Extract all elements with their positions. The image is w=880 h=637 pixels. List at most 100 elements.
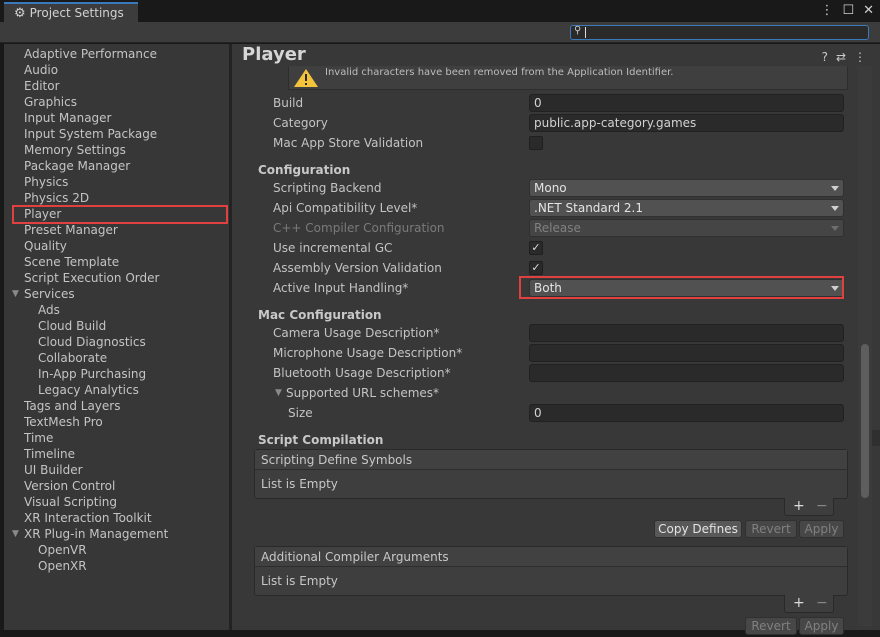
kebab-menu-icon[interactable]: ⋮ [820,3,833,18]
kebab-menu-icon[interactable]: ⋮ [854,50,866,64]
foldout-arrow-icon[interactable]: ▼ [275,388,282,398]
chevron-down-icon [831,226,839,231]
sidebar-item-audio[interactable]: Audio [24,62,58,78]
compiler-arguments-footer: + − [784,595,834,613]
warning-text: Invalid characters have been removed fro… [325,67,674,78]
compiler-arguments-list: Additional Compiler Arguments List is Em… [254,546,848,596]
vertical-scrollbar[interactable] [858,66,872,626]
sidebar-item-script-execution-order[interactable]: Script Execution Order [24,270,159,286]
define-symbols-empty: List is Empty [261,477,338,491]
active-input-handling-label: Active Input Handling* [273,281,409,295]
remove-item-button[interactable]: − [816,595,828,611]
player-settings-panel: Player ? ⇄ ⋮ Invalid characters have bee… [232,44,880,635]
header-icons: ? ⇄ ⋮ [822,50,866,64]
sidebar-item-cloud-diagnostics[interactable]: Cloud Diagnostics [38,334,146,350]
size-field[interactable]: 0 [529,404,844,422]
chevron-down-icon [831,186,839,191]
sidebar-item-tags-and-layers[interactable]: Tags and Layers [24,398,120,414]
page-title: Player [242,44,306,65]
sidebar-item-editor[interactable]: Editor [24,78,60,94]
window-tab[interactable]: ⚙ Project Settings [4,2,138,22]
sidebar-item-timeline[interactable]: Timeline [24,446,75,462]
mac-app-store-validation-label: Mac App Store Validation [273,136,424,150]
sidebar-item-graphics[interactable]: Graphics [24,94,77,110]
help-icon[interactable]: ? [822,50,828,64]
sidebar-item-openxr[interactable]: OpenXR [38,558,87,574]
settings-sidebar: Adaptive Performance Audio Editor Graphi… [4,44,230,630]
preset-sliders-icon[interactable]: ⇄ [836,50,846,64]
sidebar-item-adaptive-performance[interactable]: Adaptive Performance [24,46,157,62]
sidebar-item-xr-plugin-management[interactable]: XR Plug-in Management [24,526,168,542]
cpp-compiler-dropdown: Release [529,219,844,237]
sidebar-item-ads[interactable]: Ads [38,302,60,318]
sidebar-item-services[interactable]: Services [24,286,75,302]
incremental-gc-checkbox[interactable]: ✓ [529,241,543,255]
side-panel-tab[interactable] [872,430,880,446]
sidebar-item-memory-settings[interactable]: Memory Settings [24,142,126,158]
sidebar-item-physics-2d[interactable]: Physics 2D [24,190,89,206]
close-icon[interactable]: ✕ [863,3,874,18]
expand-arrow-icon[interactable]: ▼ [12,529,19,539]
category-field[interactable]: public.app-category.games [529,114,844,132]
search-toolbar: ⚲ [0,22,880,43]
script-compilation-section-title: Script Compilation [258,433,384,447]
apply-button[interactable]: Apply [799,520,844,538]
compiler-arguments-header: Additional Compiler Arguments [255,547,847,567]
input-handling-highlight [519,276,844,299]
sidebar-item-version-control[interactable]: Version Control [24,478,115,494]
sidebar-item-input-manager[interactable]: Input Manager [24,110,112,126]
text-caret [585,27,586,38]
warning-helpbox: Invalid characters have been removed fro… [288,66,848,90]
sidebar-item-textmesh-pro[interactable]: TextMesh Pro [24,414,103,430]
maximize-icon[interactable]: ☐ [842,3,854,18]
cpp-compiler-label: C++ Compiler Configuration [273,221,445,235]
scripting-backend-dropdown[interactable]: Mono [529,179,844,197]
assembly-validation-checkbox[interactable]: ✓ [529,261,543,275]
copy-defines-button[interactable]: Copy Defines [654,520,742,538]
sidebar-item-package-manager[interactable]: Package Manager [24,158,130,174]
mac-app-store-validation-checkbox[interactable] [529,136,543,150]
add-item-button[interactable]: + [793,595,805,611]
sidebar-item-cloud-build[interactable]: Cloud Build [38,318,106,334]
sidebar-item-physics[interactable]: Physics [24,174,68,190]
gear-icon: ⚙ [14,5,26,21]
bluetooth-usage-label: Bluetooth Usage Description* [273,366,451,380]
url-schemes-label[interactable]: Supported URL schemes* [286,384,439,402]
revert-button[interactable]: Revert [745,617,797,635]
window-tab-title: Project Settings [29,6,124,20]
search-input[interactable]: ⚲ [570,25,869,40]
build-label: Build [273,96,304,110]
assembly-validation-label: Assembly Version Validation [273,261,442,275]
sidebar-item-ui-builder[interactable]: UI Builder [24,462,83,478]
mac-configuration-section-title: Mac Configuration [258,308,382,322]
title-bar: ⚙ Project Settings ⋮ ☐ ✕ [0,0,880,22]
camera-usage-field[interactable] [529,324,844,342]
apply-button[interactable]: Apply [799,617,844,635]
sidebar-item-player[interactable]: Player [24,206,61,222]
api-compatibility-value: .NET Standard 2.1 [534,201,644,215]
incremental-gc-label: Use incremental GC [273,241,393,255]
sidebar-item-collaborate[interactable]: Collaborate [38,350,107,366]
size-label: Size [288,406,313,420]
sidebar-item-scene-template[interactable]: Scene Template [24,254,119,270]
sidebar-item-xr-interaction-toolkit[interactable]: XR Interaction Toolkit [24,510,152,526]
expand-arrow-icon[interactable]: ▼ [12,289,19,299]
add-item-button[interactable]: + [793,498,805,514]
microphone-usage-field[interactable] [529,344,844,362]
api-compatibility-dropdown[interactable]: .NET Standard 2.1 [529,199,844,217]
bluetooth-usage-field[interactable] [529,364,844,382]
sidebar-item-quality[interactable]: Quality [24,238,67,254]
sidebar-item-in-app-purchasing[interactable]: In-App Purchasing [38,366,146,382]
window-buttons: ⋮ ☐ ✕ [820,3,874,18]
sidebar-item-input-system-package[interactable]: Input System Package [24,126,157,142]
define-symbols-footer: + − [784,498,834,516]
scrollbar-thumb[interactable] [861,344,869,498]
remove-item-button[interactable]: − [816,498,828,514]
sidebar-item-visual-scripting[interactable]: Visual Scripting [24,494,117,510]
revert-button[interactable]: Revert [745,520,797,538]
sidebar-item-legacy-analytics[interactable]: Legacy Analytics [38,382,139,398]
sidebar-item-openvr[interactable]: OpenVR [38,542,87,558]
sidebar-item-time[interactable]: Time [24,430,53,446]
build-field[interactable]: 0 [529,94,844,112]
sidebar-item-preset-manager[interactable]: Preset Manager [24,222,118,238]
